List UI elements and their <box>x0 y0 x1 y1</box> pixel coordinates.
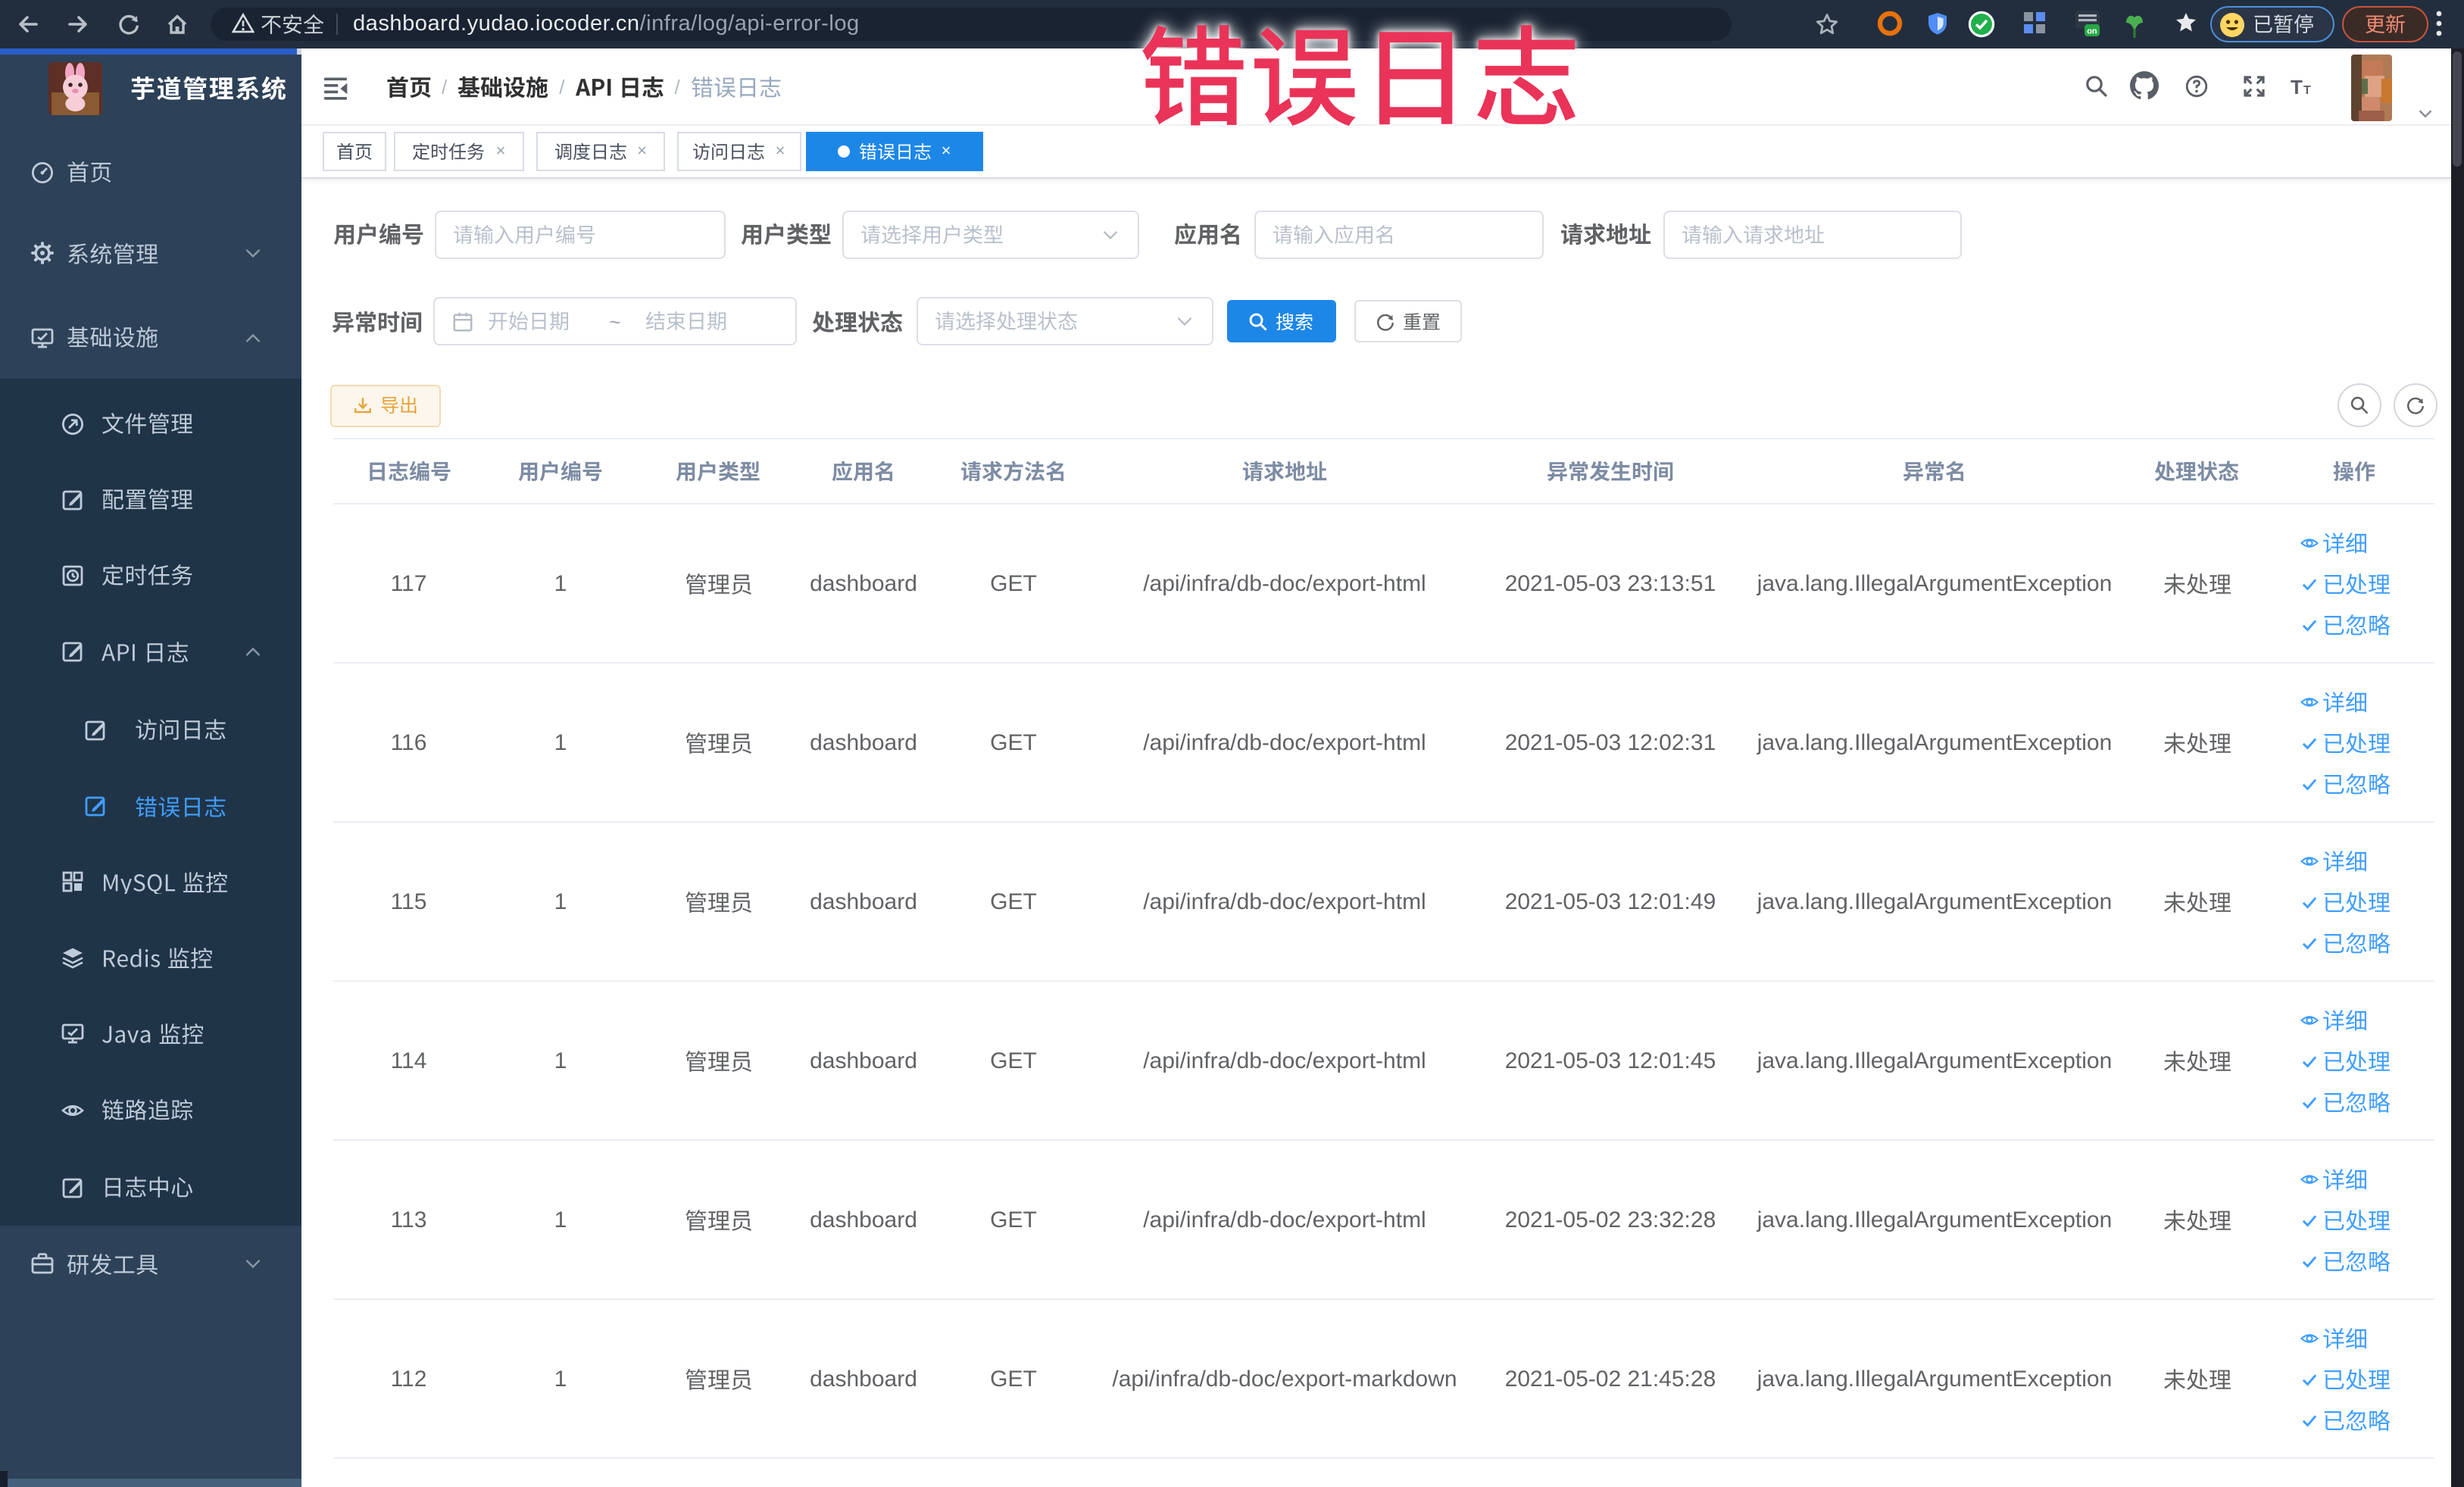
svg-text:on: on <box>2087 27 2097 36</box>
svg-text:T: T <box>2291 76 2303 98</box>
svg-text:T: T <box>2303 84 2311 97</box>
